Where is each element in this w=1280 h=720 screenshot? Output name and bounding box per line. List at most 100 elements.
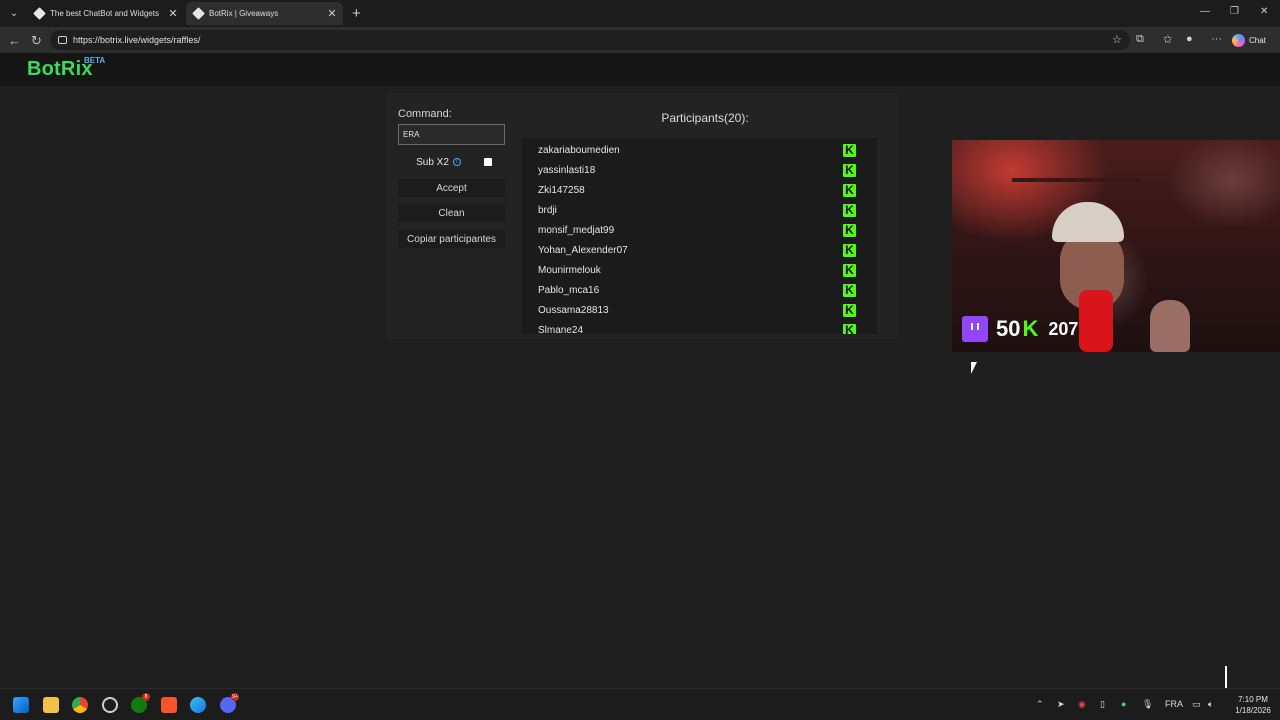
participant-name: Mounirmelouk — [538, 264, 601, 276]
status-dot-icon[interactable]: ● — [1121, 699, 1126, 709]
brave-icon[interactable] — [161, 697, 177, 713]
close-tab-icon[interactable]: ✕ — [325, 7, 339, 20]
chrome-icon[interactable] — [72, 697, 88, 713]
participant-name: zakariaboumedien — [538, 144, 620, 156]
copy-participants-button[interactable]: Copiar participantes — [398, 230, 505, 248]
kick-icon: K — [843, 303, 856, 317]
chat-label: Chat — [1249, 35, 1266, 45]
participant-row[interactable]: zakariaboumedien K — [538, 140, 856, 160]
network-icon[interactable]: ▭ — [1192, 699, 1201, 710]
tab-giveaways[interactable]: BotRix | Giveaways ✕ — [186, 2, 343, 25]
microphone — [1079, 290, 1113, 352]
tab-actions-menu-icon[interactable]: ⌄ — [4, 4, 24, 23]
tab-title: BotRix | Giveaways — [209, 9, 279, 18]
participant-row[interactable]: Yohan_Alexender07 K — [538, 240, 856, 260]
kick-icon: K — [843, 143, 856, 157]
kick-icon: K — [843, 243, 856, 257]
clock-time: 7:10 PM — [1238, 695, 1268, 704]
url-text: https://botrix.live/widgets/raffles/ — [73, 35, 201, 45]
more-menu-icon[interactable]: ··· — [1211, 33, 1222, 45]
site-header: BotRix BETA — [0, 53, 1280, 86]
brand-logo[interactable]: BotRix — [27, 58, 93, 81]
file-explorer-icon[interactable] — [43, 697, 59, 713]
participant-row[interactable]: Pablo_mca16 K — [538, 280, 856, 300]
participant-name: Pablo_mca16 — [538, 284, 600, 296]
followers-count: 50 — [996, 316, 1021, 341]
command-input[interactable]: ERA — [398, 124, 505, 145]
participants-list[interactable]: zakariaboumedien Kyassinlasti18 K Zki147258… — [522, 138, 877, 334]
participant-name: brdji — [538, 204, 557, 216]
tray-shield-icon[interactable]: ◉ — [1078, 699, 1086, 710]
start-icon[interactable] — [13, 697, 29, 713]
xbox-notification-badge: 8 — [142, 693, 150, 701]
refresh-icon[interactable]: ↻ — [31, 33, 42, 49]
usb-icon[interactable]: ▯ — [1100, 699, 1105, 710]
show-hidden-icons-icon[interactable]: ⌃ — [1036, 699, 1044, 710]
participant-row[interactable]: Mounirmelouk K — [538, 260, 856, 280]
command-label: Command: — [398, 108, 452, 120]
background-shelf — [1012, 178, 1142, 182]
botrix-favicon-icon — [33, 7, 46, 20]
discord-notification-badge: 9+ — [231, 693, 239, 701]
sub-x2-checkbox[interactable] — [484, 158, 492, 166]
streamer-cap — [1052, 202, 1124, 242]
kick-k-icon: K — [1022, 316, 1039, 341]
sub-x2-label: Sub X2 — [416, 156, 449, 168]
info-icon[interactable]: i — [452, 158, 461, 166]
kick-icon: K — [843, 323, 856, 334]
taskbar-clock[interactable]: 7:10 PM 1/18/2026 — [1228, 694, 1278, 716]
new-tab-icon[interactable]: + — [352, 5, 361, 22]
language-indicator[interactable]: FRA — [1165, 699, 1183, 709]
participant-row[interactable]: brdji K — [538, 200, 856, 220]
copilot-icon — [1232, 33, 1245, 47]
lock-icon — [58, 36, 67, 44]
participant-row[interactable]: yassinlasti18 K — [538, 160, 856, 180]
participant-name: Yohan_Alexender07 — [538, 244, 628, 256]
accept-button[interactable]: Accept — [398, 179, 505, 197]
kick-icon: K — [843, 203, 856, 217]
windows-taskbar: 8 9+ ⌃ ➤ ◉ ▯ ● 🎙︎ FRA ▭ 🔈︎ 7:10 PM 1/18/… — [0, 688, 1280, 720]
clean-button[interactable]: Clean — [398, 204, 505, 222]
tray-app-icon[interactable]: ➤ — [1057, 699, 1065, 710]
participant-name: monsif_medjat99 — [538, 224, 615, 236]
tab-chatbot[interactable]: The best ChatBot and Widgets for ✕ — [27, 2, 184, 25]
extensions-icon[interactable]: ⧉ — [1136, 33, 1144, 46]
beta-badge: BETA — [84, 56, 106, 65]
participant-name: Zki147258 — [538, 184, 585, 196]
tab-title: The best ChatBot and Widgets for — [50, 9, 160, 18]
participant-row[interactable]: Zki147258 K — [538, 180, 856, 200]
address-bar-row: ← ↻ https://botrix.live/widgets/raffles/… — [0, 27, 1280, 53]
copilot-chat-button[interactable]: Chat — [1232, 30, 1274, 50]
streamer-hand — [1150, 300, 1190, 352]
participants-title: Participants(20): — [661, 111, 749, 125]
url-input[interactable]: https://botrix.live/widgets/raffles/ — [50, 30, 1130, 50]
participant-row[interactable]: Oussama28813 K — [538, 300, 856, 320]
participant-name: yassinlasti18 — [538, 164, 596, 176]
participant-name: Oussama28813 — [538, 304, 609, 316]
close-window-icon[interactable]: ✕ — [1260, 6, 1268, 17]
participant-row[interactable]: monsif_medjat99 K — [538, 220, 856, 240]
edge-icon[interactable] — [190, 697, 206, 713]
clock-date: 1/18/2026 — [1235, 706, 1271, 715]
profile-icon[interactable]: ● — [1186, 33, 1193, 45]
participant-row[interactable]: Slmane24 K — [538, 320, 856, 334]
stream-stats-overlay: 50 K 207 — [962, 316, 1078, 342]
stream-preview: 50 K 207 — [952, 140, 1280, 352]
back-icon[interactable]: ← — [8, 33, 21, 48]
close-tab-icon[interactable]: ✕ — [166, 7, 180, 20]
browser-tab-bar: ⌄ The best ChatBot and Widgets for ✕ Bot… — [0, 0, 1280, 27]
microphone-icon[interactable]: 🎙︎ — [1142, 699, 1153, 710]
restore-icon[interactable]: ❐ — [1230, 6, 1239, 17]
favorite-star-icon[interactable]: ☆ — [1112, 33, 1122, 46]
kick-icon: K — [843, 283, 856, 297]
participant-name: Slmane24 — [538, 324, 584, 335]
volume-icon[interactable]: 🔈︎ — [1208, 699, 1213, 710]
kick-icon: K — [843, 223, 856, 237]
minimize-icon[interactable]: — — [1200, 6, 1210, 17]
settings-gear-icon[interactable] — [102, 697, 118, 713]
kick-icon: K — [843, 183, 856, 197]
kick-icon: K — [843, 163, 856, 177]
mouse-cursor-icon — [971, 362, 977, 374]
favorites-icon[interactable]: ✩ — [1163, 33, 1172, 46]
twitch-icon — [962, 316, 988, 342]
